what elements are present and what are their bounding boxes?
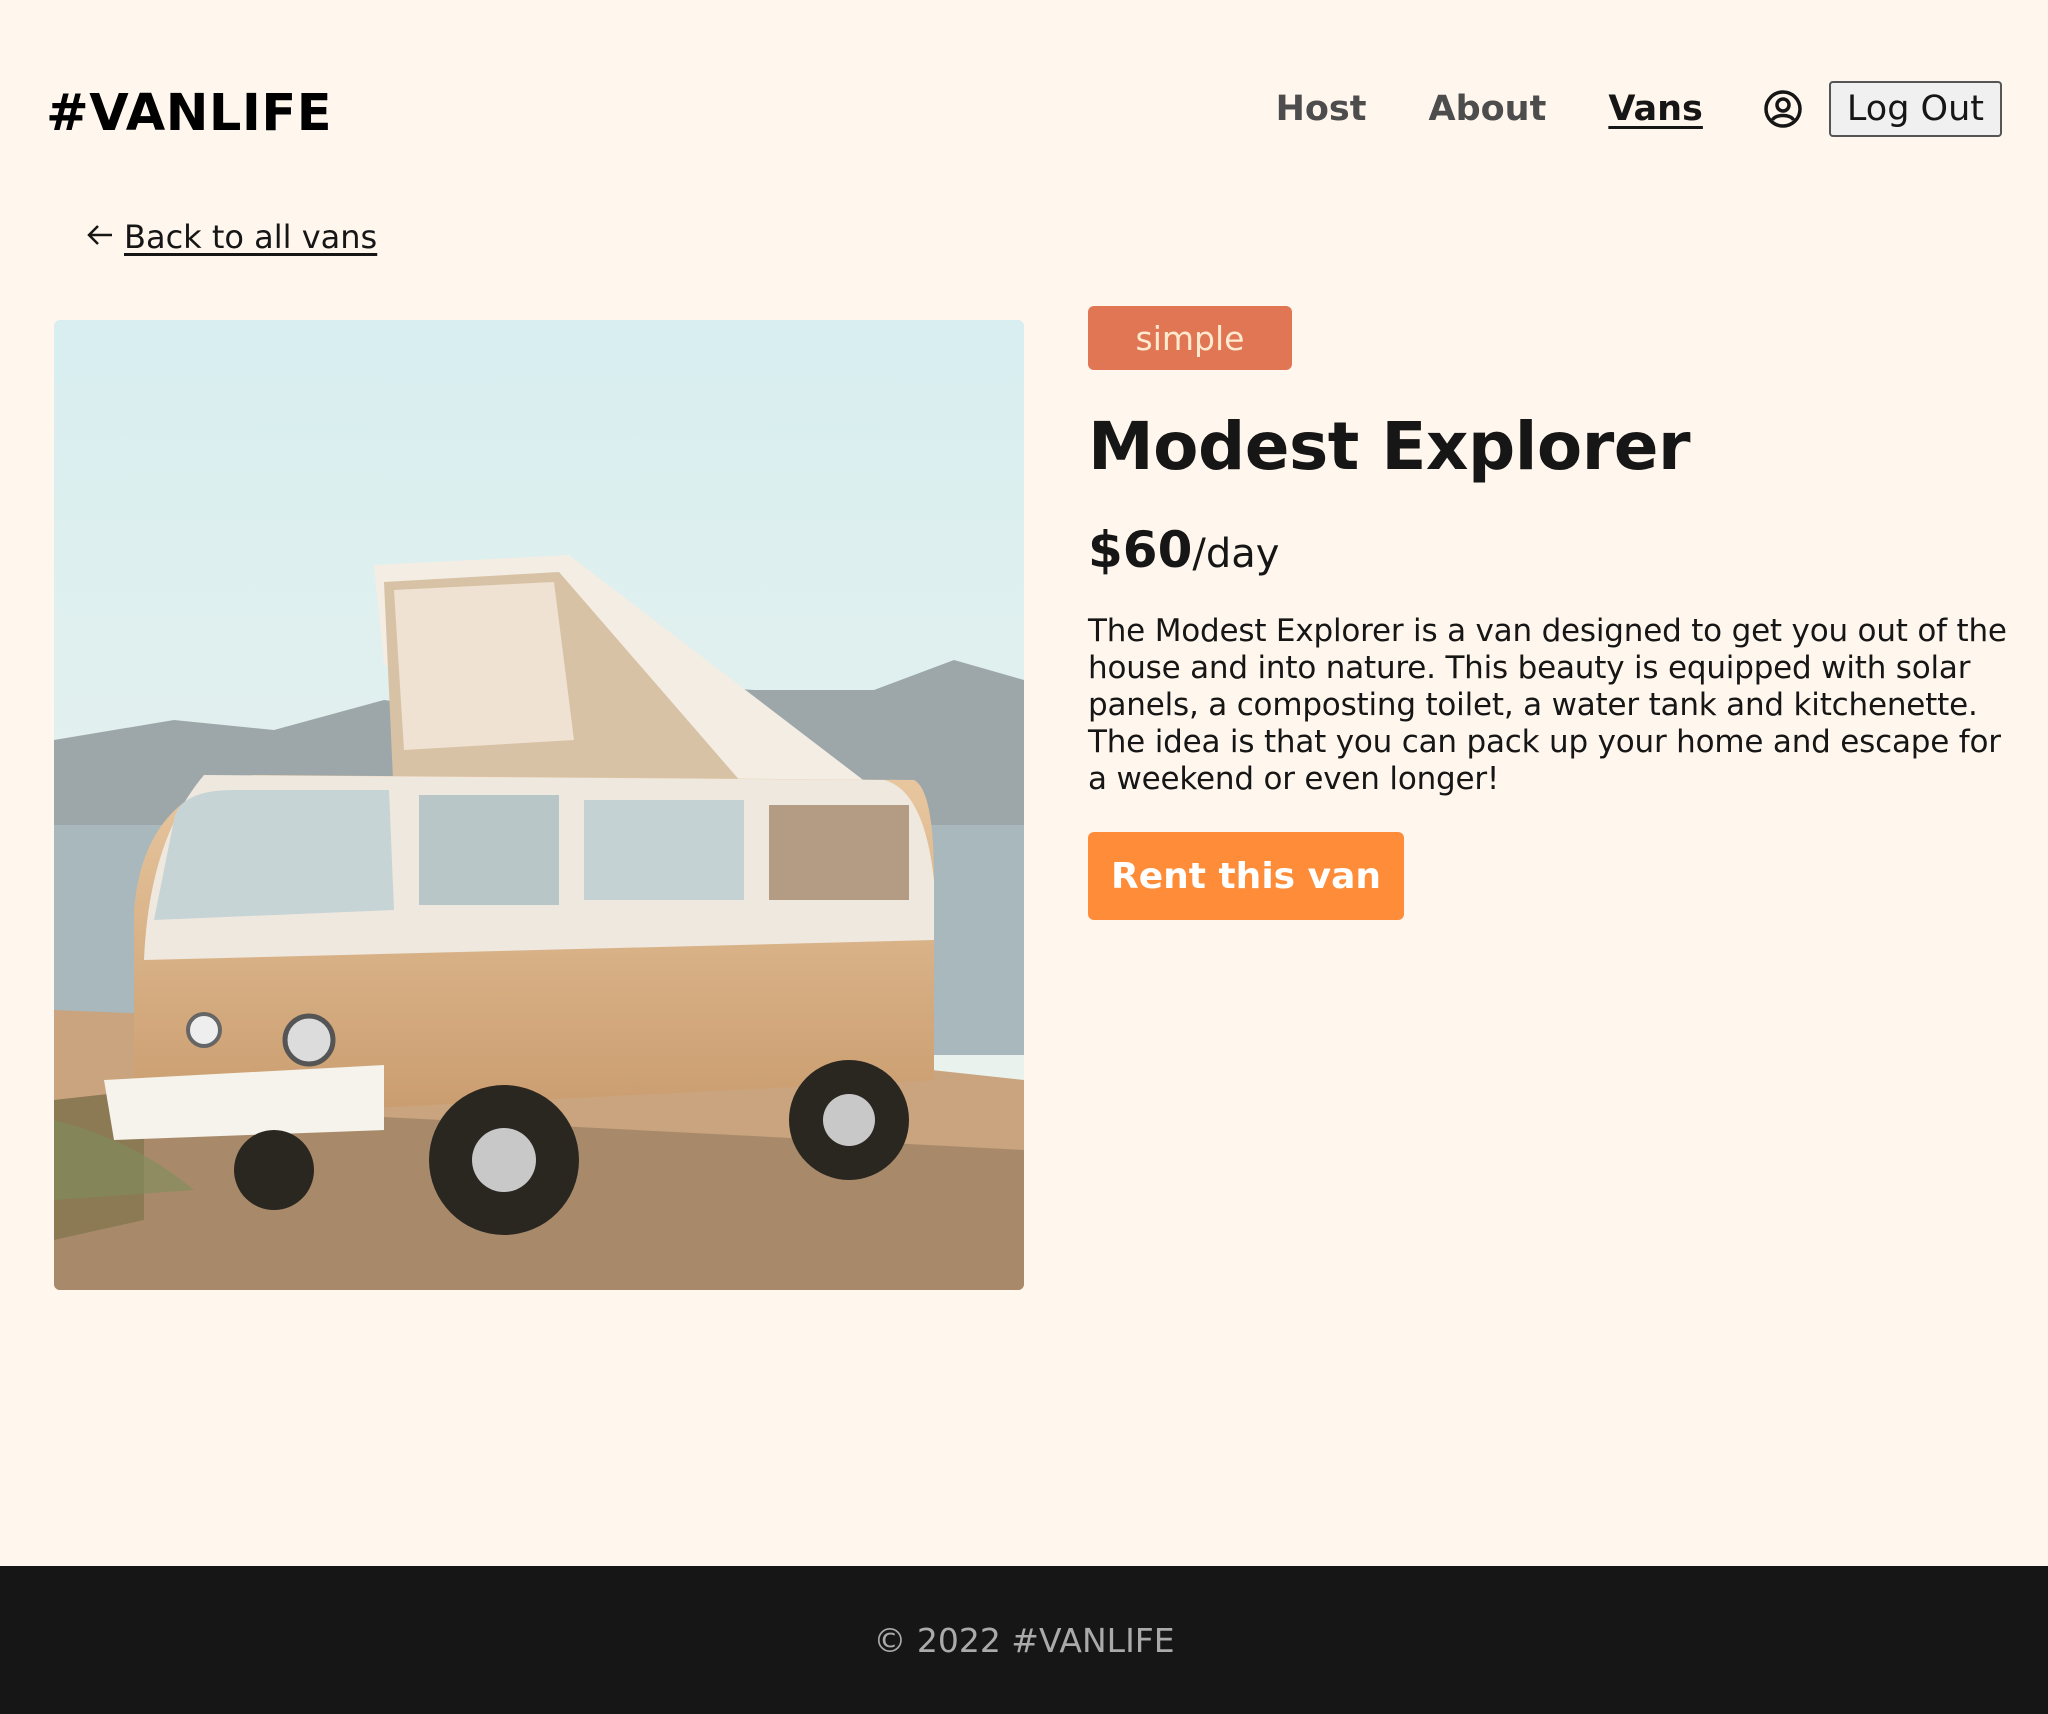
footer-copyright: © 2022 #VANLIFE bbox=[873, 1620, 1175, 1660]
van-price: $60/day bbox=[1088, 521, 2008, 579]
user-circle-icon[interactable] bbox=[1763, 89, 1803, 129]
van-type-badge: simple bbox=[1088, 306, 1292, 370]
back-link-label: Back to all vans bbox=[124, 218, 378, 256]
main-nav: Host About Vans Log Out bbox=[1214, 80, 2002, 138]
rent-van-button[interactable]: Rent this van bbox=[1088, 832, 1404, 920]
site-header: #VANLIFE Host About Vans Log Out bbox=[0, 0, 2048, 220]
back-to-vans-link[interactable]: Back to all vans bbox=[86, 218, 377, 256]
arrow-left-icon bbox=[86, 220, 114, 255]
van-photo bbox=[54, 320, 1024, 1290]
site-footer: © 2022 #VANLIFE bbox=[0, 1566, 2048, 1714]
van-description: The Modest Explorer is a van designed to… bbox=[1088, 613, 2007, 797]
logout-button[interactable]: Log Out bbox=[1828, 81, 2002, 137]
price-unit: /day bbox=[1192, 531, 1280, 577]
site-logo[interactable]: #VANLIFE bbox=[46, 84, 332, 143]
nav-link-about[interactable]: About bbox=[1429, 89, 1547, 129]
price-amount: $60 bbox=[1088, 521, 1193, 579]
nav-link-vans[interactable]: Vans bbox=[1608, 89, 1703, 129]
van-detail: simple Modest Explorer $60/day The Modes… bbox=[1088, 306, 2008, 920]
nav-link-host[interactable]: Host bbox=[1276, 89, 1367, 129]
van-name: Modest Explorer bbox=[1088, 408, 1691, 485]
